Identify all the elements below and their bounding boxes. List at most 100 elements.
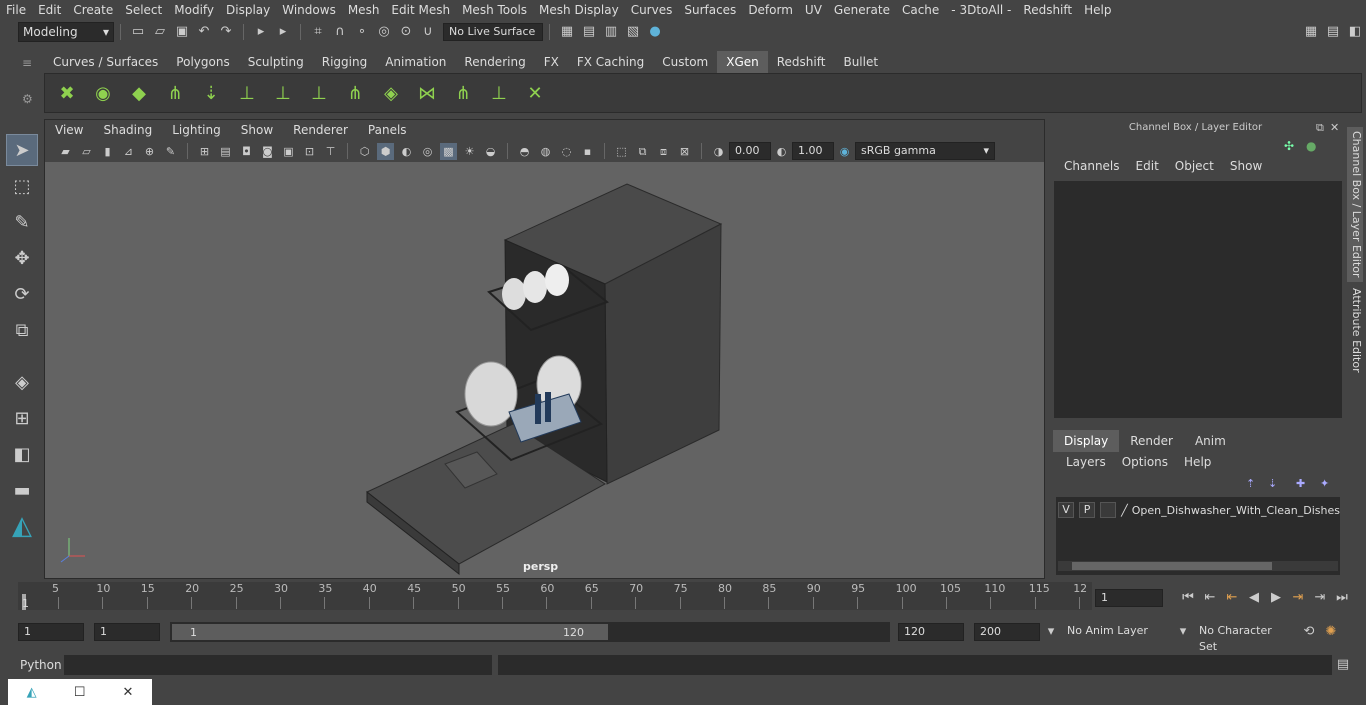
open-scene-icon[interactable]: ▱ <box>151 23 169 41</box>
go-to-start-icon[interactable]: ⏮ <box>1179 589 1197 607</box>
snap-view-icon[interactable]: ◎ <box>375 23 393 41</box>
menu-mesh-tools[interactable]: Mesh Tools <box>456 0 533 20</box>
render-current-icon[interactable]: ▤ <box>580 23 598 41</box>
shadows-icon[interactable]: ◒ <box>482 143 499 160</box>
menu-generate[interactable]: Generate <box>828 0 896 20</box>
step-back-frame-icon[interactable]: ⇤ <box>1223 589 1241 607</box>
shelf-tab[interactable]: Curves / Surfaces <box>44 51 167 73</box>
script-language-label[interactable]: Python <box>20 658 62 672</box>
layer-menu-help[interactable]: Help <box>1176 455 1219 469</box>
channel-menu-object[interactable]: Object <box>1167 159 1222 173</box>
field-chart-icon[interactable]: ▣ <box>280 143 297 160</box>
render-settings-icon[interactable]: ▦ <box>558 23 576 41</box>
auto-key-icon[interactable]: ⟲ <box>1300 623 1318 641</box>
color-space-select[interactable]: sRGB gamma ▾ <box>855 142 995 160</box>
step-back-key-icon[interactable]: ⇤ <box>1201 589 1219 607</box>
four-view-icon[interactable]: ⊞ <box>6 402 38 434</box>
layer-menu-layers[interactable]: Layers <box>1058 455 1114 469</box>
menu-deform[interactable]: Deform <box>742 0 799 20</box>
scene-end-field[interactable]: 200 <box>974 623 1040 641</box>
character-set-select[interactable]: No Character Set <box>1194 623 1298 653</box>
bookmark-icon[interactable]: ▮ <box>99 143 116 160</box>
shelf-tab[interactable]: Bullet <box>834 51 887 73</box>
grid-icon[interactable]: ⊞ <box>196 143 213 160</box>
lock-icon[interactable]: ● <box>1306 139 1316 153</box>
transform-icon[interactable]: ✣ <box>1284 139 1294 153</box>
play-forward-icon[interactable]: ▶ <box>1267 589 1285 607</box>
time-slider[interactable]: 5 10 15 20 25 30 35 40 45 50 55 60 65 70 75 80 85 90 95 100… <box>18 582 1092 610</box>
horizontal-scrollbar[interactable] <box>1058 561 1338 571</box>
select-object-icon[interactable]: ▸ <box>274 23 292 41</box>
channel-box-side-tab[interactable]: Channel Box / Layer Editor <box>1347 127 1363 282</box>
scene-start-field[interactable]: 1 <box>18 623 84 641</box>
camera-attr-icon[interactable]: ▱ <box>78 143 95 160</box>
select-tool-icon[interactable]: ➤ <box>6 134 38 166</box>
shelf-tab[interactable]: Redshift <box>768 51 835 73</box>
new-scene-icon[interactable]: ▭ <box>129 23 147 41</box>
shelf-tab[interactable]: Polygons <box>167 51 238 73</box>
menu-edit-mesh[interactable]: Edit Mesh <box>385 0 456 20</box>
mode-selector[interactable]: Modeling ▾ <box>18 22 114 42</box>
layer-tab-display[interactable]: Display <box>1053 430 1120 452</box>
xgen-noise-icon[interactable]: ✕ <box>520 78 550 108</box>
xray-joints-icon[interactable]: ⧈ <box>655 143 672 160</box>
menu-help[interactable]: Help <box>1078 0 1117 20</box>
viewport-menu-renderer[interactable]: Renderer <box>283 123 358 137</box>
xgen-sculpt-icon[interactable]: ⊥ <box>268 78 298 108</box>
float-window-icon[interactable]: ⧉ <box>1316 121 1324 135</box>
shelf-tab[interactable]: Sculpting <box>239 51 313 73</box>
paint-select-icon[interactable]: ✎ <box>6 206 38 238</box>
layer-color-icon[interactable]: ╱ <box>1121 504 1128 517</box>
chevron-down-icon[interactable]: ▾ <box>1042 623 1060 641</box>
move-layer-down-icon[interactable]: ⇣ <box>1268 477 1277 490</box>
shelf-tab[interactable]: Rigging <box>313 51 376 73</box>
lights-icon[interactable]: ☀ <box>461 143 478 160</box>
menu-redshift[interactable]: Redshift <box>1017 0 1078 20</box>
menu-windows[interactable]: Windows <box>276 0 342 20</box>
viewport-menu-panels[interactable]: Panels <box>358 123 417 137</box>
motion-blur-icon[interactable]: ◍ <box>537 143 554 160</box>
viewport-3d[interactable]: persp <box>45 162 1044 578</box>
gamma-icon[interactable]: ◐ <box>773 143 790 160</box>
grease-pencil-icon[interactable]: ✎ <box>162 143 179 160</box>
menu-modify[interactable]: Modify <box>168 0 220 20</box>
default-material-icon[interactable]: ◐ <box>398 143 415 160</box>
xgen-editor-icon[interactable]: ✖ <box>52 78 82 108</box>
anim-prefs-icon[interactable]: ✺ <box>1322 623 1340 641</box>
viewport-menu-show[interactable]: Show <box>231 123 283 137</box>
channel-menu-show[interactable]: Show <box>1222 159 1270 173</box>
move-tool-icon[interactable]: ✥ <box>6 242 38 274</box>
menu-surfaces[interactable]: Surfaces <box>678 0 742 20</box>
xray-active-icon[interactable]: ⊠ <box>676 143 693 160</box>
rotate-tool-icon[interactable]: ⟳ <box>6 278 38 310</box>
xgen-density-icon[interactable]: ◈ <box>376 78 406 108</box>
shelf-tab[interactable]: Rendering <box>455 51 534 73</box>
new-layer-icon[interactable]: ✚ <box>1296 477 1305 490</box>
xgen-preview-icon[interactable]: ◉ <box>88 78 118 108</box>
image-plane-icon[interactable]: ⊿ <box>120 143 137 160</box>
wire-on-shaded-icon[interactable]: ◎ <box>419 143 436 160</box>
go-to-end-icon[interactable]: ⏭ <box>1333 589 1351 607</box>
step-forward-frame-icon[interactable]: ⇥ <box>1289 589 1307 607</box>
menu-mesh[interactable]: Mesh <box>342 0 386 20</box>
hypershade-icon[interactable]: ● <box>646 23 664 41</box>
playback-toggle[interactable]: P <box>1079 502 1096 518</box>
layer-row[interactable]: V P ╱ Open_Dishwasher_With_Clean_Dishes <box>1058 501 1340 519</box>
display-type-toggle[interactable] <box>1100 502 1117 518</box>
menu-cache[interactable]: Cache <box>896 0 945 20</box>
xgen-comb-icon[interactable]: ⋔ <box>340 78 370 108</box>
menu-3dtoall[interactable]: - 3DtoAll - <box>945 0 1017 20</box>
xgen-lock-icon[interactable]: ⊥ <box>304 78 334 108</box>
current-frame-field[interactable]: 1 <box>1095 589 1163 607</box>
visibility-toggle[interactable]: V <box>1058 502 1075 518</box>
script-editor-icon[interactable]: ▤ <box>1334 656 1352 674</box>
chevron-down-icon[interactable]: ▾ <box>1174 623 1192 641</box>
graph-layout-icon[interactable]: ▬ <box>6 474 38 506</box>
viewport-menu-shading[interactable]: Shading <box>93 123 162 137</box>
xgen-add-icon[interactable]: ⊥ <box>232 78 262 108</box>
scale-tool-icon[interactable]: ⧉ <box>6 314 38 346</box>
xray-icon[interactable]: ⧉ <box>634 143 651 160</box>
step-forward-key-icon[interactable]: ⇥ <box>1311 589 1329 607</box>
magnet-icon[interactable]: ∪ <box>419 23 437 41</box>
layer-tab-anim[interactable]: Anim <box>1184 430 1237 452</box>
